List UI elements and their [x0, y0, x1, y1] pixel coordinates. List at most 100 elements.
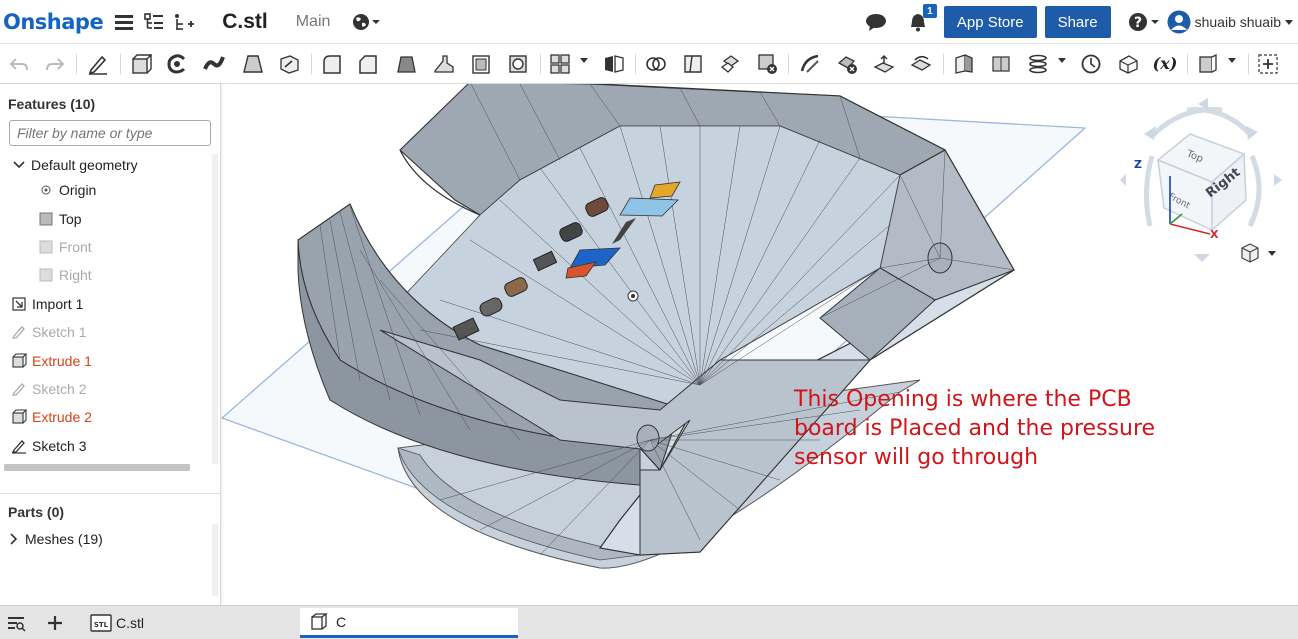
feature-list-panel: Features (10) Default geometry Origin To…: [0, 84, 221, 605]
feature-list-horizontal-scrollbar[interactable]: [4, 464, 190, 471]
notification-badge: 1: [922, 4, 937, 18]
user-avatar-icon[interactable]: [1167, 10, 1191, 34]
curves-dropdown-chevron-icon[interactable]: [1058, 58, 1066, 63]
shell-icon[interactable]: [469, 52, 493, 76]
feature-extrude-1[interactable]: Extrude 1: [10, 349, 92, 373]
linear-pattern-icon[interactable]: [548, 52, 572, 76]
plane-icon: [37, 210, 55, 228]
feature-origin[interactable]: Origin: [37, 178, 96, 202]
feature-filter-input[interactable]: [9, 120, 211, 146]
extrude-icon: [10, 408, 28, 426]
feature-default-geometry[interactable]: Default geometry: [12, 153, 138, 177]
tab-c-part-studio[interactable]: C: [300, 608, 518, 638]
add-custom-feature-icon[interactable]: [1256, 52, 1280, 76]
feature-sketch-3[interactable]: Sketch 3: [10, 434, 86, 458]
helix-icon[interactable]: [1026, 52, 1050, 76]
feature-label: Sketch 3: [32, 438, 87, 454]
feature-label: Extrude 2: [32, 409, 92, 425]
plane-icon: [37, 266, 55, 284]
feature-front-plane[interactable]: Front: [37, 235, 92, 259]
delete-face-icon[interactable]: [835, 52, 859, 76]
delete-part-icon[interactable]: [755, 52, 779, 76]
stl-file-icon: STL: [90, 614, 112, 632]
features-dropdown-chevron-icon[interactable]: [1228, 58, 1236, 63]
app-store-button[interactable]: App Store: [943, 6, 1037, 38]
extrude-icon: [10, 352, 28, 370]
svg-text:?: ?: [1134, 15, 1142, 31]
view-cube[interactable]: Top Right Front Z X: [1112, 96, 1298, 276]
comments-icon[interactable]: [864, 10, 888, 34]
insert-icon[interactable]: [172, 10, 196, 34]
plane-icon[interactable]: [952, 52, 976, 76]
modify-fillet-icon[interactable]: [798, 52, 822, 76]
section-view-icon[interactable]: [1116, 52, 1140, 76]
feature-import-1[interactable]: Import 1: [10, 292, 83, 316]
boolean-icon[interactable]: [644, 52, 668, 76]
parts-heading: Parts (0): [8, 504, 65, 520]
axis-x-label: X: [1210, 228, 1219, 241]
split-icon[interactable]: [681, 52, 705, 76]
feature-list-vertical-scrollbar[interactable]: [212, 154, 218, 464]
mate-connector-plane-icon[interactable]: [989, 52, 1013, 76]
annotation-line-3: sensor will go through: [794, 445, 1039, 470]
user-menu-chevron-icon[interactable]: [1285, 19, 1293, 25]
sketch-icon: [10, 437, 28, 455]
mirror-icon[interactable]: [602, 52, 626, 76]
draft-icon[interactable]: [394, 52, 418, 76]
pattern-dropdown-chevron-icon[interactable]: [580, 58, 588, 63]
variable-icon[interactable]: (x): [1152, 52, 1178, 76]
move-face-icon[interactable]: [872, 52, 896, 76]
globe-icon[interactable]: [352, 13, 381, 31]
onshape-logo[interactable]: Onshape: [3, 10, 104, 34]
chevron-right-icon[interactable]: [8, 532, 20, 546]
rib-icon[interactable]: [432, 52, 456, 76]
thicken-icon[interactable]: [277, 52, 301, 76]
parts-list-vertical-scrollbar[interactable]: [212, 524, 218, 596]
annotation-line-2: board is Placed and the pressure: [794, 416, 1156, 441]
hole-icon[interactable]: [506, 52, 530, 76]
menu-icon[interactable]: [112, 10, 136, 34]
chamfer-icon[interactable]: [356, 52, 380, 76]
chevron-down-icon[interactable]: [12, 158, 26, 172]
sketch-icon[interactable]: [86, 52, 110, 76]
sketch-icon: [10, 380, 28, 398]
notifications-icon[interactable]: 1: [906, 4, 937, 34]
feature-label: Extrude 1: [32, 353, 92, 369]
undo-icon[interactable]: [7, 52, 31, 76]
document-title[interactable]: C.stl: [222, 10, 268, 34]
transform-icon[interactable]: [718, 52, 742, 76]
workspace-name[interactable]: Main: [296, 13, 331, 31]
feature-label: Sketch 2: [32, 381, 87, 397]
feature-top-plane[interactable]: Top: [37, 207, 82, 231]
redo-icon[interactable]: [43, 52, 67, 76]
bottom-tab-bar: STL C.stl C: [0, 605, 1298, 639]
feature-list-icon[interactable]: [142, 10, 166, 34]
user-name[interactable]: shuaib shuaib: [1195, 14, 1281, 30]
part-studio-features-icon[interactable]: [1196, 52, 1220, 76]
feature-right-plane[interactable]: Right: [37, 263, 92, 287]
replace-face-icon[interactable]: [909, 52, 933, 76]
svg-text:STL: STL: [94, 621, 109, 629]
sweep-icon[interactable]: [202, 52, 226, 76]
plane-icon: [37, 238, 55, 256]
help-icon[interactable]: ?: [1128, 10, 1159, 34]
meshes-group[interactable]: Meshes (19): [8, 527, 103, 551]
sketch-icon: [10, 323, 28, 341]
svg-text:(x): (x): [1153, 54, 1178, 73]
extrude-icon[interactable]: [129, 52, 153, 76]
origin-icon: [37, 181, 55, 199]
panel-divider[interactable]: [0, 493, 221, 494]
view-options-icon[interactable]: [1241, 243, 1276, 263]
revolve-icon[interactable]: [165, 52, 189, 76]
share-button[interactable]: Share: [1044, 6, 1111, 38]
axis-z-label: Z: [1134, 158, 1142, 171]
loft-icon[interactable]: [241, 52, 265, 76]
feature-sketch-2[interactable]: Sketch 2: [10, 377, 86, 401]
feature-extrude-2[interactable]: Extrude 2: [10, 405, 92, 429]
add-tab-icon[interactable]: [46, 608, 64, 638]
tab-c-stl[interactable]: STL C.stl: [82, 608, 298, 638]
tab-manager-icon[interactable]: [6, 608, 26, 638]
fillet-icon[interactable]: [320, 52, 344, 76]
measure-icon[interactable]: [1079, 52, 1103, 76]
feature-sketch-1[interactable]: Sketch 1: [10, 320, 86, 344]
